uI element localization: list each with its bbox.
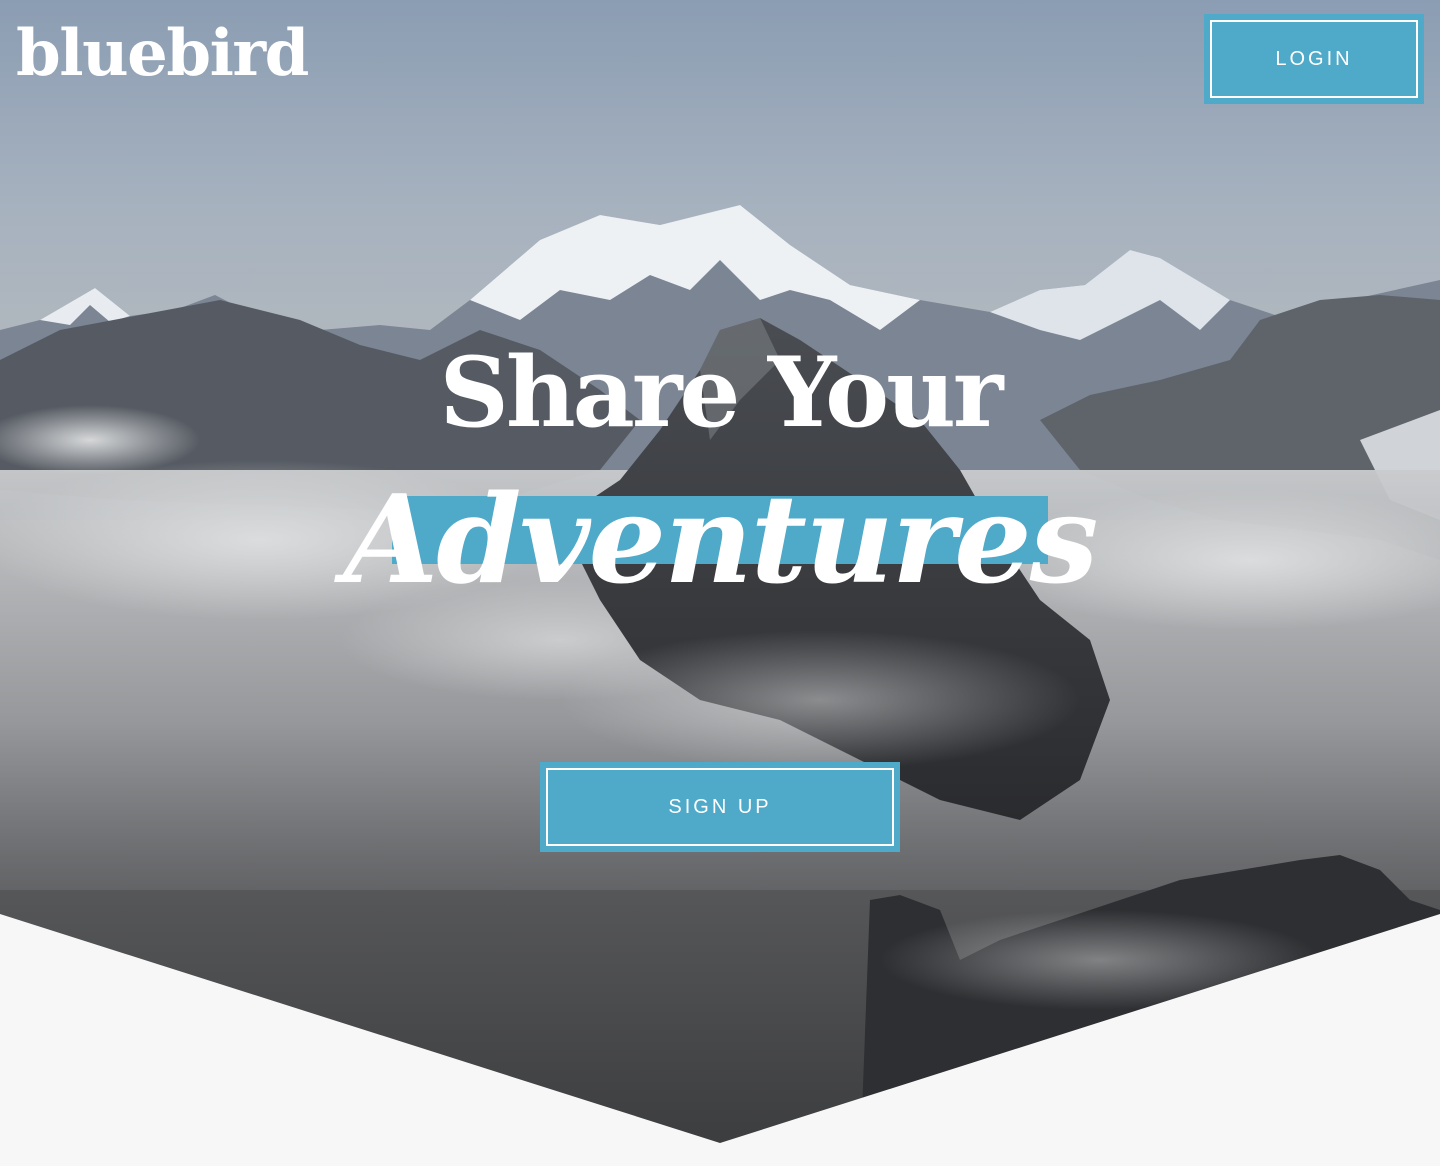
hero-headline: Share Your bbox=[439, 336, 1004, 449]
sign-up-button[interactable]: SIGN UP bbox=[540, 762, 900, 852]
login-button-label: LOGIN bbox=[1210, 20, 1418, 98]
sign-up-button-label: SIGN UP bbox=[546, 768, 894, 846]
login-button[interactable]: LOGIN bbox=[1204, 14, 1424, 104]
hero-highlight-word: Adventures bbox=[343, 467, 1099, 611]
brand-logo[interactable]: bluebird bbox=[16, 22, 309, 86]
hero-section: bluebird LOGIN Share Your Adventures SIG… bbox=[0, 0, 1440, 1166]
